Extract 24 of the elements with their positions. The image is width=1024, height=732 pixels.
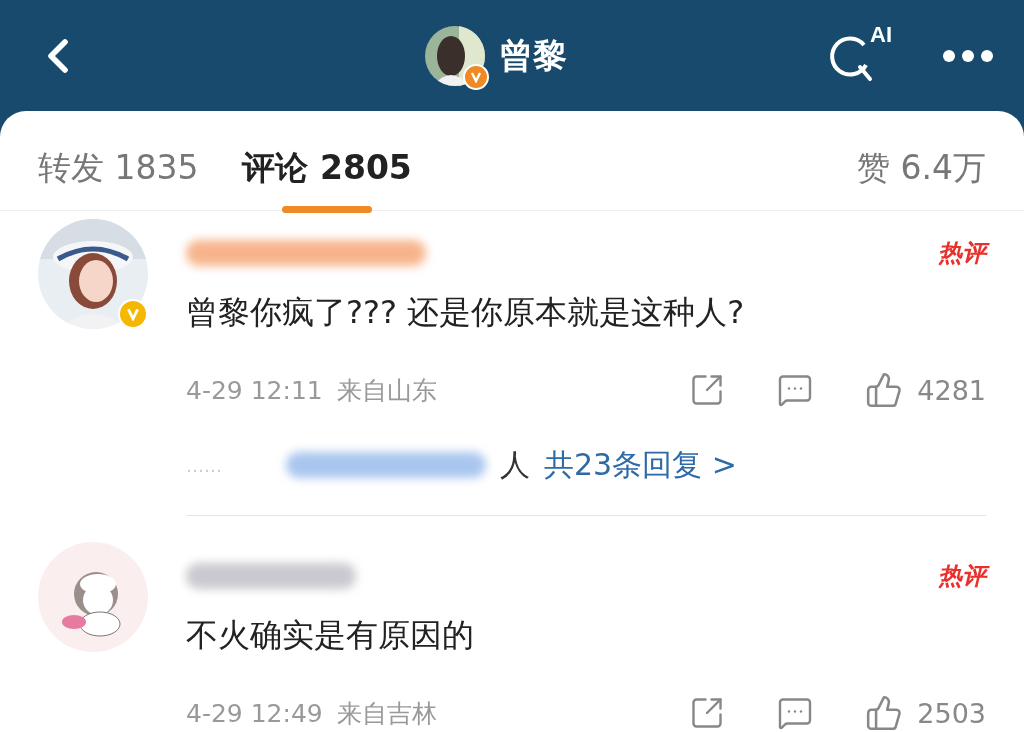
comment-time: 4-29 12:49 — [186, 698, 323, 728]
ellipsis-mark: …… — [186, 454, 222, 476]
comment-button[interactable] — [777, 695, 814, 731]
comment-location: 来自山东 — [336, 374, 437, 407]
more-button[interactable] — [942, 48, 994, 63]
like-button[interactable]: 4281 — [865, 371, 986, 409]
tab[interactable]: 赞 6.4万 — [857, 136, 986, 217]
comment-time: 4-29 12:11 — [186, 375, 323, 405]
like-button[interactable]: 2503 — [865, 694, 986, 732]
tab[interactable]: 转发 1835 — [38, 136, 199, 217]
page-title: 曾黎 — [499, 33, 567, 77]
comment-button[interactable] — [777, 372, 814, 408]
comment-location: 来自吉林 — [336, 697, 437, 730]
ai-search-button[interactable]: AI — [826, 22, 892, 89]
thumbs-up-icon — [865, 371, 904, 409]
comment-icon — [777, 372, 814, 408]
comment-text: 不火确实是有原因的 — [186, 615, 475, 656]
tab[interactable]: 评论 2805 — [242, 136, 412, 217]
more-icon — [942, 48, 994, 63]
thumbs-up-icon — [865, 694, 904, 732]
view-replies-link[interactable]: 共23条回复 > — [544, 444, 737, 486]
comment-icon — [777, 695, 814, 731]
comment-text: 曾黎你疯了??? 还是你原本就是这种人? — [186, 292, 746, 333]
reply-preview-text: 人 — [500, 445, 530, 484]
